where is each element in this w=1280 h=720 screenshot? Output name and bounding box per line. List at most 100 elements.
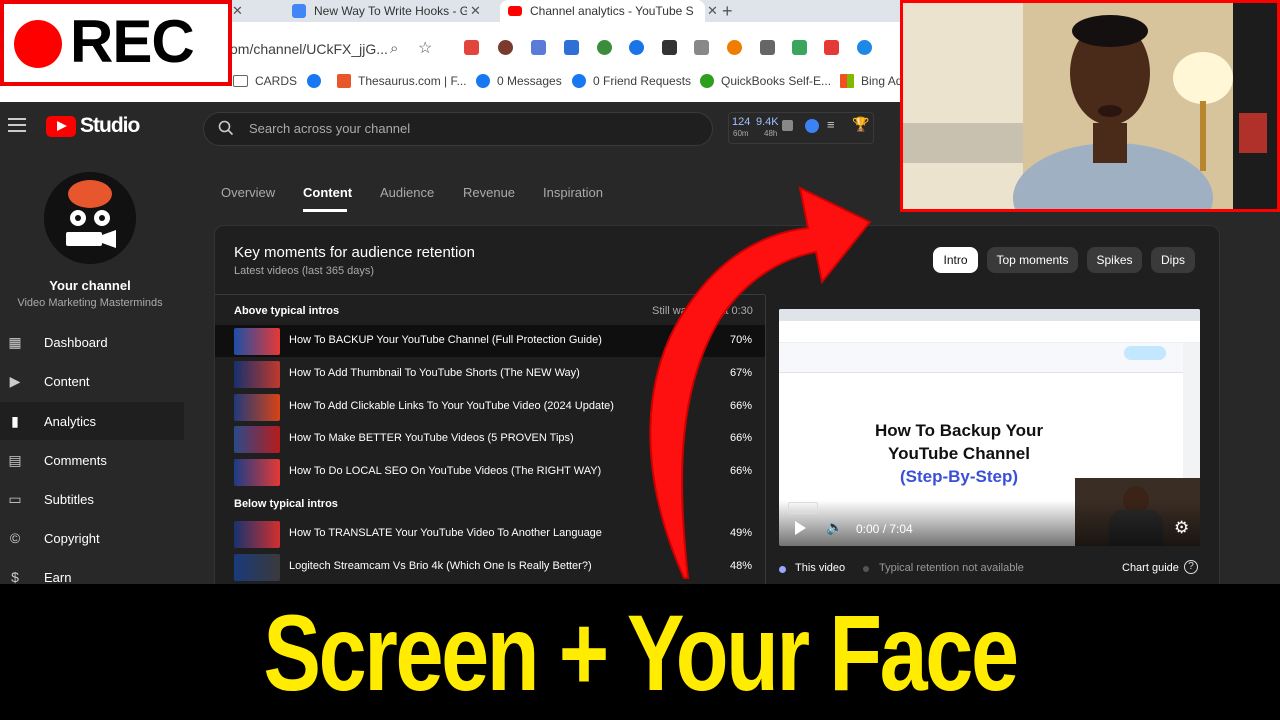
card-subtitle: Latest videos (last 365 days)	[234, 265, 375, 277]
tab-title: Channel analytics - YouTube S	[530, 4, 694, 18]
chart-icon[interactable]	[782, 120, 793, 131]
record-dot-icon	[14, 20, 62, 68]
bookmark-facebook[interactable]	[307, 74, 328, 88]
realtime-period: 60m	[733, 129, 749, 138]
table-row[interactable]: How To BACKUP Your YouTube Channel (Full…	[215, 325, 765, 357]
sidebar-item-content[interactable]: ▶ Content	[0, 362, 184, 400]
extension-icon[interactable]	[760, 40, 775, 55]
tab-revenue[interactable]: Revenue	[463, 185, 515, 200]
video-thumbnail	[234, 394, 280, 421]
bookmark-label: 0 Friend Requests	[593, 74, 692, 88]
sidebar-item-analytics[interactable]: ▮ Analytics	[0, 402, 184, 440]
browser-tab-analytics[interactable]: Channel analytics - YouTube S	[500, 0, 705, 22]
filter-spikes[interactable]: Spikes	[1087, 247, 1142, 273]
section-heading-below: Below typical intros	[234, 498, 338, 510]
close-icon[interactable]: ✕	[707, 3, 718, 19]
thesaurus-icon	[337, 74, 351, 88]
sidebar-item-dashboard[interactable]: ▦ Dashboard	[0, 323, 184, 361]
realtime-count: 124	[732, 116, 751, 128]
camera-icon[interactable]	[694, 40, 709, 55]
bookmark-messages[interactable]: 0 Messages	[476, 74, 562, 88]
table-row[interactable]: How To TRANSLATE Your YouTube Video To A…	[215, 518, 765, 550]
sidebar-item-label: Copyright	[44, 530, 100, 546]
bookmark-quickbooks[interactable]: QuickBooks Self-E...	[700, 74, 831, 88]
extension-icon[interactable]	[564, 40, 579, 55]
content-icon: ▶	[9, 372, 21, 389]
table-row[interactable]: Logitech Streamcam Vs Brio 4k (Which One…	[215, 551, 765, 583]
sidebar-item-label: Comments	[44, 452, 107, 468]
channel-title: Your channel	[49, 278, 131, 293]
video-time: 0:00 / 7:04	[856, 522, 913, 536]
retention-value: 66%	[729, 465, 752, 477]
video-title: Logitech Streamcam Vs Brio 4k (Which One…	[289, 560, 592, 572]
extension-icon[interactable]	[464, 40, 479, 55]
tab-audience[interactable]: Audience	[380, 185, 434, 200]
sidebar-item-copyright[interactable]: © Copyright	[0, 519, 184, 557]
chart-guide-link[interactable]: Chart guide	[1122, 562, 1179, 574]
video-thumbnail	[234, 426, 280, 453]
subtitles-icon: ▭	[8, 490, 22, 507]
extension-icon[interactable]	[727, 40, 742, 55]
address-bar[interactable]: om/channel/UCkFX_jjG...	[230, 41, 388, 57]
new-tab-button[interactable]: +	[722, 0, 742, 22]
search-input[interactable]: Search across your channel	[249, 121, 410, 136]
close-icon[interactable]: ✕	[470, 3, 481, 19]
table-row[interactable]: How To Add Clickable Links To Your YouTu…	[215, 391, 765, 423]
tab-content[interactable]: Content	[303, 185, 352, 200]
tab-overview[interactable]: Overview	[221, 185, 275, 200]
retention-value: 67%	[729, 367, 752, 379]
bookmark-star-icon[interactable]: ☆	[418, 38, 432, 58]
table-row[interactable]: How To Make BETTER YouTube Videos (5 PRO…	[215, 423, 765, 455]
volume-icon[interactable]: 🔈	[826, 519, 843, 536]
filter-dips[interactable]: Dips	[1151, 247, 1195, 273]
extension-icon[interactable]	[792, 40, 807, 55]
studio-logo-text[interactable]: Studio	[80, 114, 140, 138]
tab-close-left[interactable]: ✕	[232, 0, 272, 22]
bookmark-bing[interactable]: Bing Ad	[840, 74, 902, 88]
filter-intro[interactable]: Intro	[933, 247, 978, 273]
extension-icon[interactable]	[857, 40, 872, 55]
filter-top-moments[interactable]: Top moments	[987, 247, 1078, 273]
extension-icon[interactable]	[662, 40, 677, 55]
trophy-icon[interactable]: 🏆	[852, 116, 869, 133]
play-icon[interactable]	[795, 521, 806, 535]
retention-value: 66%	[729, 400, 752, 412]
bookmark-cards[interactable]: CARDS	[233, 74, 297, 88]
video-thumbnail	[234, 361, 280, 388]
table-row[interactable]: How To Do LOCAL SEO On YouTube Videos (T…	[215, 456, 765, 488]
close-icon[interactable]: ✕	[232, 3, 243, 19]
tab-close-docs[interactable]: ✕	[470, 0, 488, 22]
video-title: How To Add Clickable Links To Your YouTu…	[289, 400, 614, 412]
browser-tab-docs[interactable]: New Way To Write Hooks - Go	[292, 0, 467, 22]
sidebar-item-comments[interactable]: ▤ Comments	[0, 441, 184, 479]
avatar[interactable]	[44, 172, 136, 264]
extension-icon[interactable]	[498, 40, 513, 55]
facebook-icon	[307, 74, 321, 88]
copyright-icon: ©	[9, 530, 21, 546]
extension-icon[interactable]	[531, 40, 546, 55]
bookmark-friend-requests[interactable]: 0 Friend Requests	[572, 74, 691, 88]
bookmark-thesaurus[interactable]: Thesaurus.com | F...	[337, 74, 467, 88]
preview-title: YouTube Channel	[888, 444, 1030, 463]
extension-icon[interactable]	[805, 119, 819, 133]
help-icon[interactable]: ?	[1184, 560, 1198, 574]
extension-icon[interactable]	[597, 40, 612, 55]
table-row[interactable]: How To Add Thumbnail To YouTube Shorts (…	[215, 358, 765, 390]
retention-value: 48%	[729, 560, 752, 572]
extension-icon[interactable]	[629, 40, 644, 55]
menu-icon[interactable]	[8, 118, 26, 132]
settings-icon[interactable]: ⚙	[1174, 518, 1189, 538]
views-count: 9.4K	[756, 116, 779, 128]
sidebar-item-subtitles[interactable]: ▭ Subtitles	[0, 480, 184, 518]
video-title: How To BACKUP Your YouTube Channel (Full…	[289, 334, 602, 346]
search-icon	[218, 120, 234, 136]
youtube-logo-icon[interactable]	[46, 116, 76, 137]
progress-marker[interactable]	[788, 502, 818, 514]
zoom-icon[interactable]: ⌕	[390, 40, 398, 57]
sidebar-item-label: Dashboard	[44, 334, 108, 350]
list-icon[interactable]: ≡	[827, 117, 835, 132]
extension-icon[interactable]	[824, 40, 839, 55]
tab-inspiration[interactable]: Inspiration	[543, 185, 603, 200]
sidebar-item-label: Analytics	[44, 413, 97, 429]
facebook-icon	[572, 74, 586, 88]
